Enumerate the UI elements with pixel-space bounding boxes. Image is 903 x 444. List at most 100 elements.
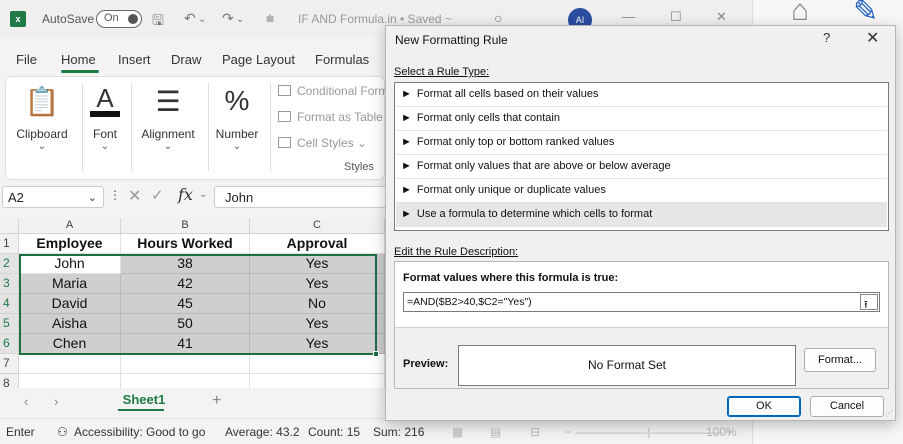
undo-dropdown-icon[interactable]: ⌄ <box>198 14 206 25</box>
maximize-icon[interactable]: ☐ <box>670 9 682 25</box>
cell-c4[interactable]: No <box>250 294 385 314</box>
accessibility-status[interactable]: Accessibility: Good to go <box>74 425 205 439</box>
spreadsheet-grid[interactable]: A B C 1 2 3 4 5 6 7 8 Employee Hours Wor… <box>0 218 385 388</box>
fill-handle[interactable] <box>373 351 379 357</box>
collapse-dialog-button[interactable]: ⭱ <box>860 294 878 311</box>
alignment-label: Alignment <box>141 127 195 141</box>
cell-b2[interactable]: 38 <box>121 254 250 274</box>
confirm-entry-icon[interactable]: ✓ <box>151 186 164 204</box>
formula-input[interactable]: John <box>214 186 385 208</box>
cell-a5[interactable]: Aisha <box>19 314 121 334</box>
help-icon[interactable]: ? <box>823 30 830 45</box>
customize-toolbar-icon[interactable]: ⩧ <box>266 10 274 27</box>
cell-a6[interactable]: Chen <box>19 334 121 354</box>
row-header[interactable]: 8 <box>0 374 19 388</box>
rule-type-list[interactable]: ► Format all cells based on their values … <box>394 82 889 231</box>
rule-type-item[interactable]: ► Format only cells that contain <box>396 107 887 131</box>
preview-label: Preview: <box>403 358 449 370</box>
column-header-a[interactable]: A <box>19 218 121 234</box>
cell-c3[interactable]: Yes <box>250 274 385 294</box>
cell-a4[interactable]: David <box>19 294 121 314</box>
cell-styles-button[interactable]: Cell Styles ⌄ <box>278 136 367 150</box>
tab-page-layout[interactable]: Page Layout <box>222 52 295 67</box>
number-group[interactable]: % Number ⌄ <box>210 77 264 152</box>
cell-c7[interactable] <box>250 354 385 374</box>
cancel-button[interactable]: Cancel <box>810 396 884 417</box>
page-layout-view-icon[interactable]: ▤ <box>490 425 501 439</box>
save-icon[interactable]: 🖫 <box>152 10 164 34</box>
cell-c5[interactable]: Yes <box>250 314 385 334</box>
rule-type-item-selected[interactable]: ► Use a formula to determine which cells … <box>396 203 887 227</box>
tab-formulas[interactable]: Formulas <box>315 52 369 67</box>
clipboard-group[interactable]: 📋 Clipboard ⌄ <box>10 77 74 153</box>
chevron-left-icon[interactable]: ‹ <box>24 394 28 409</box>
cell-b8[interactable] <box>121 374 250 388</box>
alignment-group[interactable]: ☰ Alignment ⌄ <box>135 77 201 153</box>
cell-c1[interactable]: Approval <box>250 234 385 254</box>
rule-type-item[interactable]: ► Format all cells based on their values <box>396 83 887 107</box>
tab-home[interactable]: Home <box>61 52 96 67</box>
row-header[interactable]: 3 <box>0 274 19 294</box>
cell-b7[interactable] <box>121 354 250 374</box>
redo-dropdown-icon[interactable]: ⌄ <box>236 14 244 25</box>
eraser-icon[interactable]: ⌂ <box>791 0 809 28</box>
font-group[interactable]: A Font ⌄ <box>86 77 124 152</box>
rule-type-item[interactable]: ► Format only values that are above or be… <box>396 155 887 179</box>
cell-a8[interactable] <box>19 374 121 388</box>
cancel-entry-icon[interactable]: ✕ <box>128 186 141 206</box>
undo-icon[interactable]: ↶ <box>184 10 196 27</box>
formula-label: Format values where this formula is true… <box>403 272 619 284</box>
cell-a7[interactable] <box>19 354 121 374</box>
row-header[interactable]: 4 <box>0 294 19 314</box>
format-button[interactable]: Format... <box>804 348 876 372</box>
page-break-view-icon[interactable]: ⊟ <box>530 425 540 439</box>
cell-b4[interactable]: 45 <box>121 294 250 314</box>
rule-type-item[interactable]: ► Format only top or bottom ranked values <box>396 131 887 155</box>
name-box[interactable]: A2 ⌄ <box>2 186 104 208</box>
row-header[interactable]: 1 <box>0 234 19 254</box>
cell-c6[interactable]: Yes <box>250 334 385 354</box>
close-window-icon[interactable]: ✕ <box>716 9 727 25</box>
row-header[interactable]: 2 <box>0 254 19 274</box>
resize-grip-icon[interactable]: ⋰ <box>885 409 893 418</box>
close-icon[interactable]: ✕ <box>866 28 879 48</box>
chevron-down-icon[interactable]: ⌄ <box>199 189 207 200</box>
column-header-b[interactable]: B <box>121 218 250 234</box>
row-header[interactable]: 6 <box>0 334 19 354</box>
arrow-right-icon: ► <box>401 88 412 100</box>
arrow-right-icon: ► <box>401 208 412 220</box>
cell-b5[interactable]: 50 <box>121 314 250 334</box>
cell-c8[interactable] <box>250 374 385 388</box>
tab-file[interactable]: File <box>16 52 37 67</box>
conditional-formatting-button[interactable]: Conditional Form <box>278 84 388 98</box>
autosave-toggle[interactable]: On <box>96 10 142 28</box>
format-as-table-button[interactable]: Format as Table <box>278 110 383 124</box>
tab-insert[interactable]: Insert <box>118 52 151 67</box>
ok-button[interactable]: OK <box>727 396 801 417</box>
formula-input-field[interactable]: =AND($B2>40,$C2="Yes") ⭱ <box>403 292 880 312</box>
cell-a1[interactable]: Employee <box>19 234 121 254</box>
rule-type-item[interactable]: ► Format only unique or duplicate values <box>396 179 887 203</box>
search-icon[interactable]: ○ <box>494 10 502 26</box>
row-header[interactable]: 5 <box>0 314 19 334</box>
normal-view-icon[interactable]: ▦ <box>452 425 463 439</box>
cell-b3[interactable]: 42 <box>121 274 250 294</box>
minimize-icon[interactable]: — <box>622 9 635 24</box>
toggle-knob-icon <box>128 14 138 24</box>
cell-b1[interactable]: Hours Worked <box>121 234 250 254</box>
more-options-icon[interactable]: ⋮ <box>109 188 121 202</box>
cell-a3[interactable]: Maria <box>19 274 121 294</box>
insert-function-icon[interactable]: fx <box>178 185 193 204</box>
cell-c2[interactable]: Yes <box>250 254 385 274</box>
cell-b6[interactable]: 41 <box>121 334 250 354</box>
zoom-level[interactable]: 100% <box>706 425 737 439</box>
select-all-corner[interactable] <box>0 218 19 234</box>
cell-a2[interactable]: John <box>19 254 121 274</box>
add-sheet-button[interactable]: + <box>212 392 221 410</box>
tab-draw[interactable]: Draw <box>171 52 201 67</box>
column-header-c[interactable]: C <box>250 218 385 234</box>
row-header[interactable]: 7 <box>0 354 19 374</box>
redo-icon[interactable]: ↷ <box>222 10 234 27</box>
chevron-right-icon[interactable]: › <box>54 394 58 409</box>
percent-icon: % <box>224 85 250 116</box>
